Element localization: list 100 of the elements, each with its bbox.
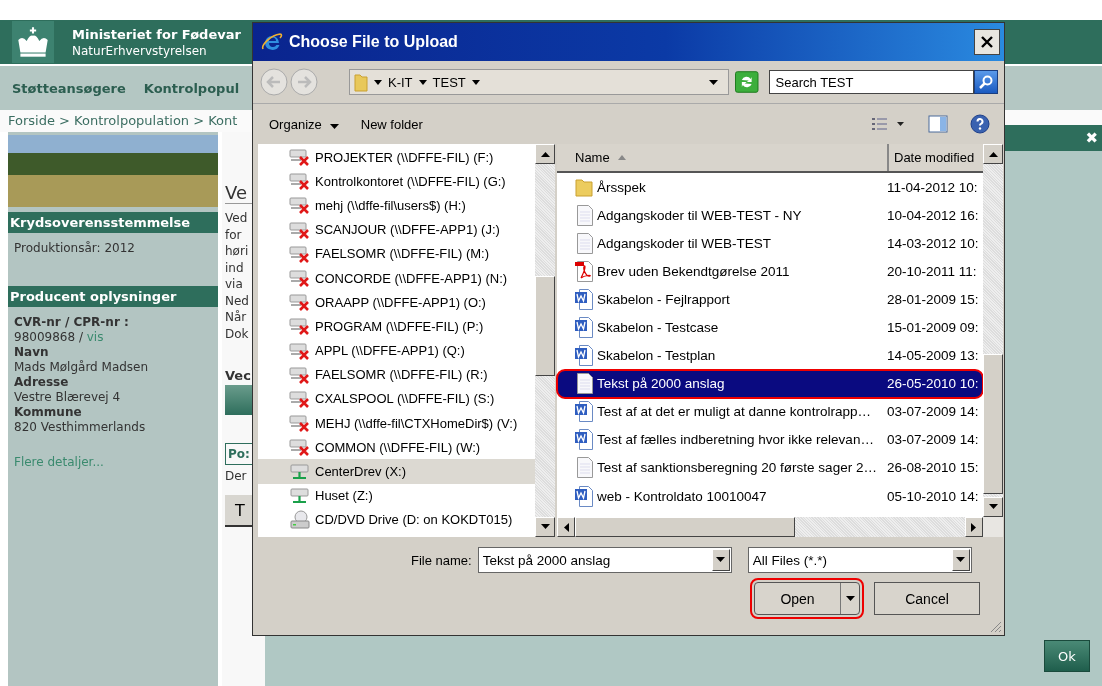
folder-icon xyxy=(575,177,593,198)
nav-link[interactable]: Kontrolpopul xyxy=(143,80,240,96)
search-icon xyxy=(978,74,995,90)
file-row[interactable]: Årsspek 11-04-2012 10: xyxy=(557,173,983,202)
file-row[interactable]: Test af fælles indberetning hvor ikke relevan… 03-07-2009 14: xyxy=(557,425,983,454)
word-document-icon xyxy=(575,401,593,423)
scroll-left-button[interactable] xyxy=(557,517,575,537)
file-date: 14-03-2012 10: xyxy=(887,235,979,251)
column-header[interactable]: Date modified xyxy=(889,144,983,171)
scroll-right-button[interactable] xyxy=(965,517,983,537)
address-bar[interactable]: K-IT TEST xyxy=(349,69,730,95)
scroll-up-button[interactable] xyxy=(983,144,1003,164)
path-segment[interactable]: TEST xyxy=(432,74,466,90)
disconnected-drive-icon xyxy=(289,293,311,312)
disconnected-drive-icon xyxy=(289,148,311,167)
file-row[interactable]: Tekst på 2000 anslag 26-05-2010 10: xyxy=(557,369,983,398)
column-header[interactable]: Name xyxy=(557,144,889,171)
file-row[interactable]: web - Kontroldato 10010047 05-10-2010 14: xyxy=(557,482,983,511)
folder-icon xyxy=(354,72,368,92)
word-document-icon xyxy=(575,317,593,338)
caret-icon[interactable] xyxy=(709,79,719,85)
caret-icon[interactable] xyxy=(418,79,427,85)
scroll-down-button[interactable] xyxy=(535,517,555,537)
tree-item[interactable]: CONCORDE (\\DFFE-APP1) (N:) xyxy=(258,265,535,291)
scroll-up-button[interactable] xyxy=(535,144,555,164)
tree-item[interactable]: FAELSOMR (\\DFFE-FIL) (M:) xyxy=(258,241,535,266)
tree-item[interactable]: PROJEKTER (\\DFFE-FIL) (F:) xyxy=(258,145,535,170)
tree-item[interactable]: ORAAPP (\\DFFE-APP1) (O:) xyxy=(258,290,535,315)
file-name: web - Kontroldato 10010047 xyxy=(597,488,768,504)
file-row[interactable]: Adgangskoder til WEB-TEST - NY 10-04-2012 16: xyxy=(557,201,983,230)
scrollbar[interactable] xyxy=(535,144,555,537)
file-row[interactable]: Test af sanktionsberegning 20 første sager 2… 26-08-2010 15: xyxy=(557,453,983,483)
nav-link[interactable]: Støtteansøgere xyxy=(12,80,126,96)
file-type-dropdown[interactable]: All Files (*.*) xyxy=(747,547,972,573)
cd-drive-icon xyxy=(289,509,311,530)
path-segment[interactable]: K-IT xyxy=(388,74,413,90)
resize-grip-icon[interactable] xyxy=(988,619,1002,633)
field-value: 98009868 / vis xyxy=(14,330,105,345)
disconnected-drive-icon xyxy=(289,244,311,263)
file-name-field[interactable]: Tekst på 2000 anslag xyxy=(477,547,732,573)
file-date: 03-07-2009 14: xyxy=(887,432,979,448)
file-date: 14-05-2009 13: xyxy=(887,348,979,364)
tree-item[interactable]: CXALSPOOL (\\DFFE-FIL) (S:) xyxy=(258,386,535,412)
file-name: Test af fælles indberetning hvor ikke relevan… xyxy=(597,432,875,448)
ok-button[interactable]: Ok xyxy=(1044,640,1090,672)
scrollbar[interactable] xyxy=(557,517,983,537)
file-row[interactable]: Skabelon - Testcase 15-01-2009 09: xyxy=(557,313,983,342)
dialog-button[interactable]: Cancel xyxy=(874,582,980,615)
document-icon xyxy=(577,457,593,479)
search-field[interactable]: Search TEST xyxy=(768,70,975,94)
left-arrow-icon xyxy=(563,522,569,532)
pdf-document-icon xyxy=(575,260,593,282)
tree-item[interactable]: APPL (\\DFFE-APP1) (Q:) xyxy=(258,338,535,363)
dropdown-arrow-icon[interactable] xyxy=(716,557,726,563)
scrollbar-thumb[interactable] xyxy=(983,354,1003,494)
word-document-icon xyxy=(575,485,593,507)
production-year: Produktionsår: 2012 xyxy=(14,241,135,255)
caret-icon[interactable] xyxy=(374,79,382,85)
search-button[interactable] xyxy=(974,70,998,94)
tree-item[interactable]: MEHJ (\\dffe-fil\CTXHomeDir$) (V:) xyxy=(258,411,535,436)
file-row[interactable]: Test af at det er muligt at danne kontrolrapp… 03-07-2009 14: xyxy=(557,397,983,426)
close-button[interactable] xyxy=(974,29,1000,55)
file-row[interactable]: Skabelon - Fejlrapport 28-01-2009 15: xyxy=(557,285,983,314)
view-options-icon[interactable] xyxy=(870,115,906,133)
dropdown-arrow-icon[interactable] xyxy=(956,557,966,563)
content-text: ind xyxy=(225,259,245,276)
file-row[interactable]: Adgangskoder til WEB-TEST 14-03-2012 10: xyxy=(557,229,983,258)
file-row[interactable]: Brev uden Bekendtgørelse 2011 20-10-2011 11: xyxy=(557,257,983,286)
disconnected-drive-icon xyxy=(289,196,311,215)
help-icon[interactable] xyxy=(970,114,990,134)
preview-pane-icon[interactable] xyxy=(928,115,948,133)
down-arrow-icon xyxy=(988,504,998,510)
scrollbar-thumb[interactable] xyxy=(575,517,795,537)
disconnected-drive-icon xyxy=(289,220,311,239)
close-button[interactable]: ✖ xyxy=(1085,129,1098,147)
tree-item[interactable]: PROGRAM (\\DFFE-FIL) (P:) xyxy=(258,314,535,339)
toolbar-button[interactable]: New folder xyxy=(360,116,423,132)
field-value: Mads Mølgård Madsen xyxy=(14,360,150,375)
file-name: Skabelon - Testplan xyxy=(597,348,717,364)
file-date: 15-01-2009 09: xyxy=(887,320,979,335)
right-arrow-icon xyxy=(971,522,977,532)
disconnected-drive-icon xyxy=(289,172,311,191)
scrollbar[interactable] xyxy=(983,144,1003,537)
refresh-icon[interactable] xyxy=(735,71,759,93)
content-text: Dok xyxy=(225,325,250,342)
file-name: Skabelon - Testcase xyxy=(597,320,720,335)
caret-icon[interactable] xyxy=(329,123,339,129)
tree-item[interactable]: FAELSOMR (\\DFFE-FIL) (R:) xyxy=(258,362,535,387)
content-text: via xyxy=(225,276,244,293)
file-row[interactable]: Skabelon - Testplan 14-05-2009 13: xyxy=(557,341,983,370)
document-icon xyxy=(577,232,593,254)
scrollbar-thumb[interactable] xyxy=(535,276,555,376)
tree-item[interactable]: SCANJOUR (\\DFFE-APP1) (J:) xyxy=(258,217,535,242)
toolbar-button[interactable]: Organize xyxy=(269,116,339,132)
caret-icon[interactable] xyxy=(471,79,480,85)
disconnected-drive-icon xyxy=(289,438,311,457)
content-subheading: Vec xyxy=(225,368,252,383)
scroll-down-button[interactable] xyxy=(983,497,1003,517)
tree-item[interactable]: CenterDrev (X:) xyxy=(258,459,535,484)
section-heading: Krydsoverensstemmelse xyxy=(8,212,218,233)
